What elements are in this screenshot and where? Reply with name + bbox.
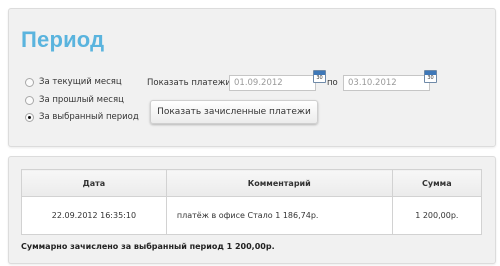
radio-label: За прошлый месяц xyxy=(39,95,124,105)
table-row: 22.09.2012 16:35:10 платёж в офисе Стало… xyxy=(21,196,483,235)
page-title: Период xyxy=(21,27,105,52)
radio-button[interactable] xyxy=(25,77,34,87)
column-header-comment: Комментарий xyxy=(165,169,393,197)
summary-total: Суммарно зачислено за выбранный период 1… xyxy=(21,242,275,251)
date-from-input[interactable] xyxy=(229,75,316,91)
radio-previous-month[interactable]: За прошлый месяц xyxy=(25,95,124,105)
column-header-amount: Сумма xyxy=(391,169,483,197)
cell-date: 22.09.2012 16:35:10 xyxy=(21,196,167,235)
cell-amount: 1 200,00р. xyxy=(391,196,483,235)
radio-label: За текущий месяц xyxy=(39,77,122,87)
calendar-icon[interactable]: 30 xyxy=(313,70,326,83)
calendar-icon[interactable]: 30 xyxy=(424,70,437,83)
radio-button[interactable] xyxy=(25,95,34,105)
show-payments-button[interactable]: Показать зачисленные платежи xyxy=(150,100,318,124)
results-panel: Дата Комментарий Сумма 22.09.2012 16:35:… xyxy=(8,156,496,264)
radio-selected-period[interactable]: За выбранный период xyxy=(25,112,139,122)
radio-label: За выбранный период xyxy=(39,112,139,122)
radio-current-month[interactable]: За текущий месяц xyxy=(25,77,122,87)
table-header-row: Дата Комментарий Сумма xyxy=(21,169,483,197)
date-from-label: Показать платежи с xyxy=(147,78,239,88)
payments-table: Дата Комментарий Сумма 22.09.2012 16:35:… xyxy=(21,169,483,235)
column-header-date: Дата xyxy=(21,169,167,197)
cell-comment: платёж в офисе Стало 1 186,74р. xyxy=(165,196,393,235)
date-to-label: по xyxy=(327,78,338,88)
filter-panel: Период За текущий месяц За прошлый месяц… xyxy=(8,8,496,147)
radio-button[interactable] xyxy=(25,112,34,122)
date-to-input[interactable] xyxy=(343,75,430,91)
